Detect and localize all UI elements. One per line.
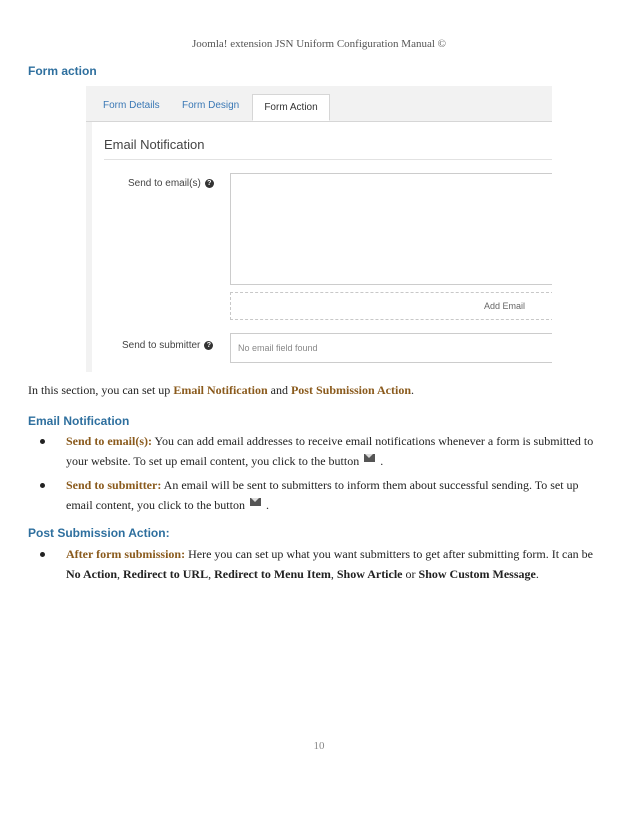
email-notification-list: Send to email(s): You can add email addr… [28, 431, 608, 515]
send-to-submitter-label: Send to submitter? [122, 340, 214, 351]
option-no-action: No Action [66, 567, 117, 581]
divider [104, 159, 552, 160]
bullet [40, 439, 45, 444]
intro-text: In this section, you can set up [28, 383, 174, 397]
panel-title: Email Notification [104, 137, 205, 152]
add-email-button[interactable]: Add Email [230, 292, 552, 320]
tab-form-details[interactable]: Form Details [103, 100, 160, 111]
intro-post-submission: Post Submission Action [290, 383, 411, 397]
item-text-end: . [535, 567, 539, 581]
envelope-icon [249, 498, 261, 507]
tab-form-action[interactable]: Form Action [252, 94, 330, 121]
add-email-label: Add Email [483, 301, 525, 311]
section-title-form-action: Form action [28, 64, 97, 78]
separator-or: or [402, 567, 419, 581]
envelope-icon [364, 454, 376, 463]
no-email-field-text: No email field found [238, 343, 318, 353]
option-redirect-menu-item: Redirect to Menu Item [214, 567, 331, 581]
page-header: Joomla! extension JSN Uniform Configurat… [192, 38, 446, 50]
page-number: 10 [313, 740, 325, 752]
send-to-email-label-text: Send to email(s) [128, 178, 201, 189]
item-term: Send to submitter: [66, 478, 162, 492]
post-submission-list: After form submission: Here you can set … [28, 544, 608, 584]
question-circle-icon[interactable]: ? [204, 340, 214, 350]
email-notification-panel: Email Notification Send to email(s)? Add… [92, 122, 552, 372]
intro-email-notification: Email Notification [173, 383, 268, 397]
list-item: After form submission: Here you can set … [28, 544, 608, 584]
section-title-post-submission: Post Submission Action: [28, 526, 170, 540]
bullet [40, 483, 45, 488]
intro-end: . [411, 383, 414, 397]
send-to-email-textarea[interactable] [230, 173, 552, 285]
send-to-submitter-select[interactable]: No email field found [230, 333, 552, 363]
option-show-article: Show Article [336, 567, 403, 581]
item-text-end: . [380, 454, 384, 468]
question-circle-icon[interactable]: ? [204, 178, 214, 188]
tab-form-design[interactable]: Form Design [182, 100, 239, 111]
intro-paragraph: In this section, you can set up Email No… [28, 380, 608, 401]
send-to-submitter-label-text: Send to submitter [122, 340, 201, 351]
tab-bar: Form Details Form Design Form Action [86, 86, 552, 122]
item-text: Here you can set up what you want submit… [185, 547, 594, 561]
intro-and: and [267, 383, 291, 397]
form-action-screenshot: Form Details Form Design Form Action Ema… [86, 86, 552, 372]
item-term: After form submission: [66, 547, 186, 561]
item-term: Send to email(s): [66, 434, 152, 448]
section-title-email-notification: Email Notification [28, 414, 130, 428]
option-redirect-url: Redirect to URL [123, 567, 209, 581]
item-text-end: . [265, 498, 269, 512]
list-item: Send to submitter: An email will be sent… [28, 475, 608, 515]
option-show-custom-message: Show Custom Message [418, 567, 536, 581]
bullet [40, 552, 45, 557]
send-to-email-label: Send to email(s)? [128, 178, 214, 189]
list-item: Send to email(s): You can add email addr… [28, 431, 608, 471]
